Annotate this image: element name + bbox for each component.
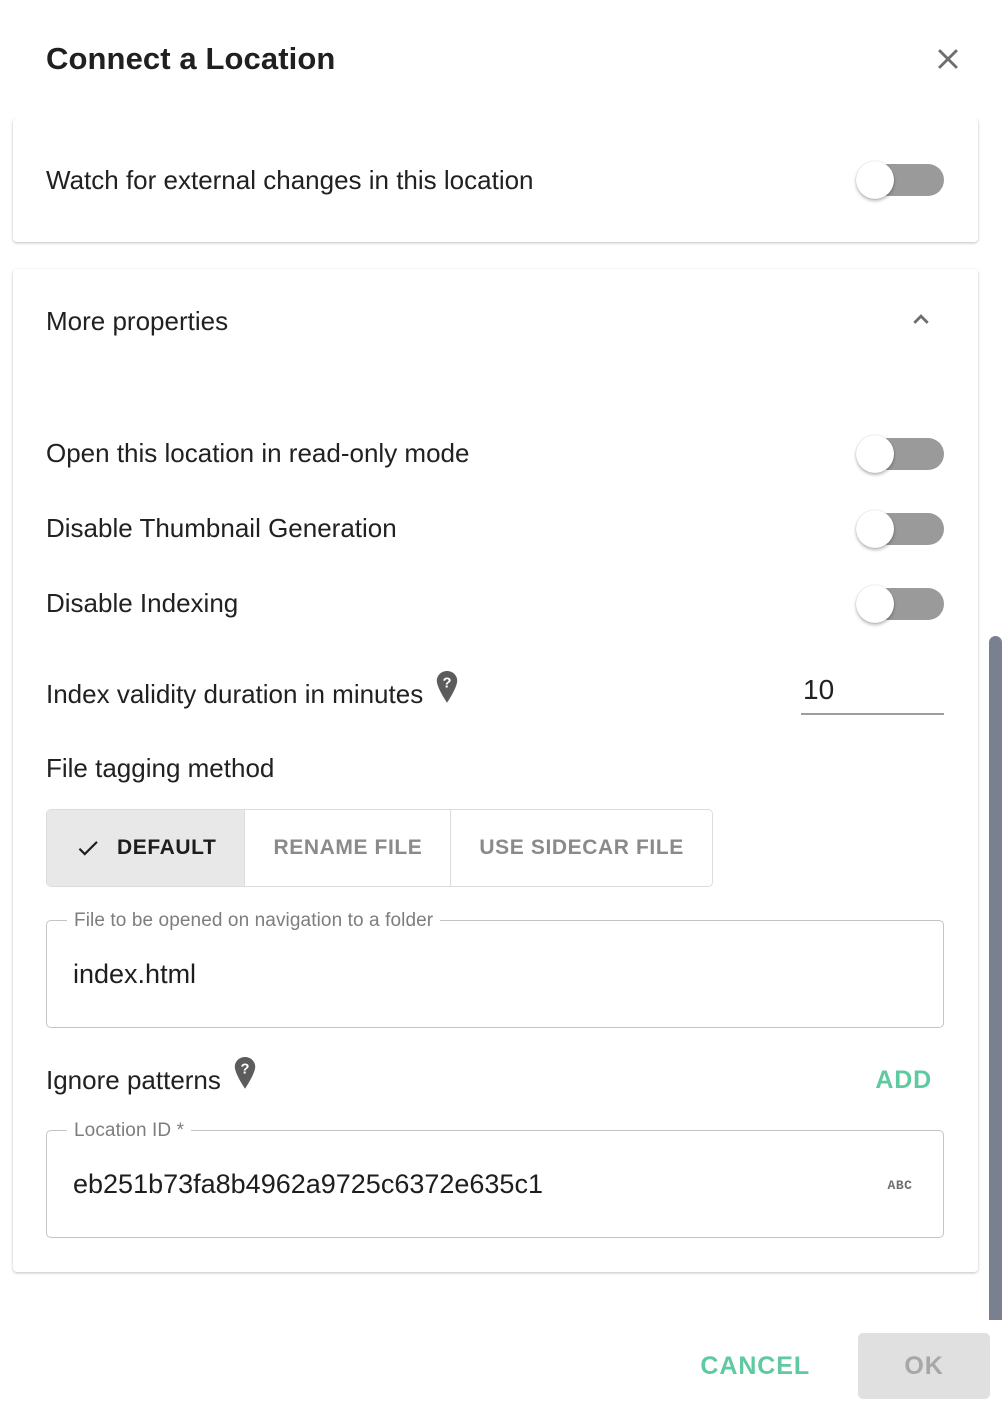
index-validity-duration-row: Index validity duration in minutes ? 10 — [46, 651, 944, 737]
watch-external-changes-toggle[interactable] — [856, 161, 944, 199]
file-tagging-method-label: File tagging method — [46, 753, 944, 784]
ok-button[interactable]: OK — [858, 1333, 990, 1399]
close-icon — [931, 42, 965, 76]
ignore-patterns-label-group: Ignore patterns ? — [46, 1064, 259, 1096]
location-id-value: eb251b73fa8b4962a9725c6372e635c1 — [73, 1169, 883, 1200]
connect-location-dialog: Connect a Location Watch for external ch… — [0, 0, 1004, 1412]
ignore-patterns-label: Ignore patterns — [46, 1065, 221, 1096]
disable-indexing-label: Disable Indexing — [46, 588, 238, 619]
toggle-knob — [856, 435, 894, 473]
index-validity-duration-label: Index validity duration in minutes — [46, 679, 423, 710]
tagging-option-rename-file[interactable]: RENAME FILE — [245, 810, 451, 886]
more-properties-collapse-button[interactable] — [898, 298, 944, 344]
folder-navigation-file-field[interactable]: File to be opened on navigation to a fol… — [46, 920, 944, 1028]
location-id-legend: Location ID * — [67, 1120, 191, 1142]
scrollbar-thumb[interactable] — [989, 636, 1002, 1320]
dialog-title-bar: Connect a Location — [0, 0, 1004, 118]
folder-navigation-file-value: index.html — [73, 959, 917, 990]
check-icon — [75, 835, 101, 861]
page-title: Connect a Location — [46, 41, 335, 77]
file-tagging-method-group: DEFAULT RENAME FILE USE SIDECAR FILE — [46, 809, 713, 887]
folder-navigation-file-legend: File to be opened on navigation to a fol… — [67, 910, 440, 932]
disable-thumbnail-generation-row: Disable Thumbnail Generation — [46, 491, 944, 566]
toggle-knob — [856, 161, 894, 199]
watch-external-changes-card: Watch for external changes in this locat… — [13, 118, 978, 242]
dialog-scroll-body: Watch for external changes in this locat… — [0, 118, 1004, 1320]
close-button[interactable] — [922, 33, 974, 85]
disable-indexing-row: Disable Indexing — [46, 566, 944, 641]
index-validity-duration-label-group: Index validity duration in minutes ? — [46, 678, 461, 710]
read-only-mode-row: Open this location in read-only mode — [46, 416, 944, 491]
read-only-mode-label: Open this location in read-only mode — [46, 438, 469, 469]
add-ignore-pattern-button[interactable]: ADD — [863, 1058, 944, 1103]
ignore-patterns-row: Ignore patterns ? ADD — [46, 1034, 944, 1126]
disable-indexing-toggle[interactable] — [856, 585, 944, 623]
location-id-field[interactable]: Location ID * eb251b73fa8b4962a9725c6372… — [46, 1130, 944, 1238]
abc-icon[interactable]: ABC — [883, 1173, 917, 1195]
dialog-action-bar: CANCEL OK — [0, 1320, 1004, 1412]
scrollbar-track[interactable] — [988, 236, 1004, 1228]
svg-text:?: ? — [443, 676, 452, 692]
more-properties-title: More properties — [46, 306, 228, 337]
read-only-mode-toggle[interactable] — [856, 435, 944, 473]
tagging-option-use-sidecar-file-label: USE SIDECAR FILE — [479, 836, 683, 860]
toggle-knob — [856, 585, 894, 623]
disable-thumbnail-generation-toggle[interactable] — [856, 510, 944, 548]
svg-text:?: ? — [240, 1062, 249, 1078]
cancel-button[interactable]: CANCEL — [686, 1336, 824, 1397]
help-pin-icon[interactable]: ? — [433, 671, 461, 703]
disable-thumbnail-generation-label: Disable Thumbnail Generation — [46, 513, 397, 544]
index-validity-duration-value: 10 — [803, 673, 942, 707]
help-pin-icon[interactable]: ? — [231, 1057, 259, 1089]
chevron-up-icon — [904, 302, 938, 341]
more-properties-card: More properties Open this location in re… — [13, 269, 978, 1272]
toggle-knob — [856, 510, 894, 548]
tagging-option-default-label: DEFAULT — [117, 836, 216, 860]
tagging-option-rename-file-label: RENAME FILE — [273, 836, 422, 860]
watch-external-changes-label: Watch for external changes in this locat… — [46, 165, 534, 196]
tagging-option-use-sidecar-file[interactable]: USE SIDECAR FILE — [451, 810, 711, 886]
index-validity-duration-input[interactable]: 10 — [801, 673, 944, 715]
abc-icon-text: ABC — [888, 1178, 913, 1193]
tagging-option-default[interactable]: DEFAULT — [47, 810, 245, 886]
more-properties-header[interactable]: More properties — [46, 269, 944, 373]
